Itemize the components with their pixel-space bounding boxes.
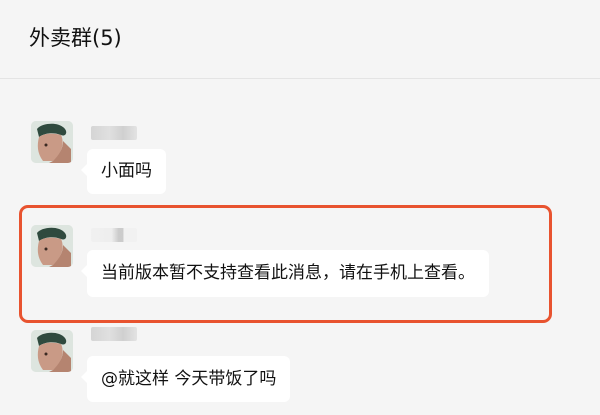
avatar[interactable] (31, 121, 73, 163)
message-bubble[interactable]: 小面吗 (81, 149, 166, 194)
message-bubble[interactable]: @就这样 今天带饭了吗 (80, 356, 291, 402)
avatar[interactable] (31, 330, 73, 372)
sender-name-redacted (91, 327, 137, 341)
highlight-annotation (19, 205, 552, 323)
chat-title[interactable]: 外卖群(5) (29, 24, 122, 52)
sender-name-redacted (91, 126, 137, 140)
chat-header: 外卖群(5) (0, 0, 600, 79)
message-text: 小面吗 (101, 161, 152, 181)
message-text: @就这样 今天带饭了吗 (101, 369, 277, 389)
